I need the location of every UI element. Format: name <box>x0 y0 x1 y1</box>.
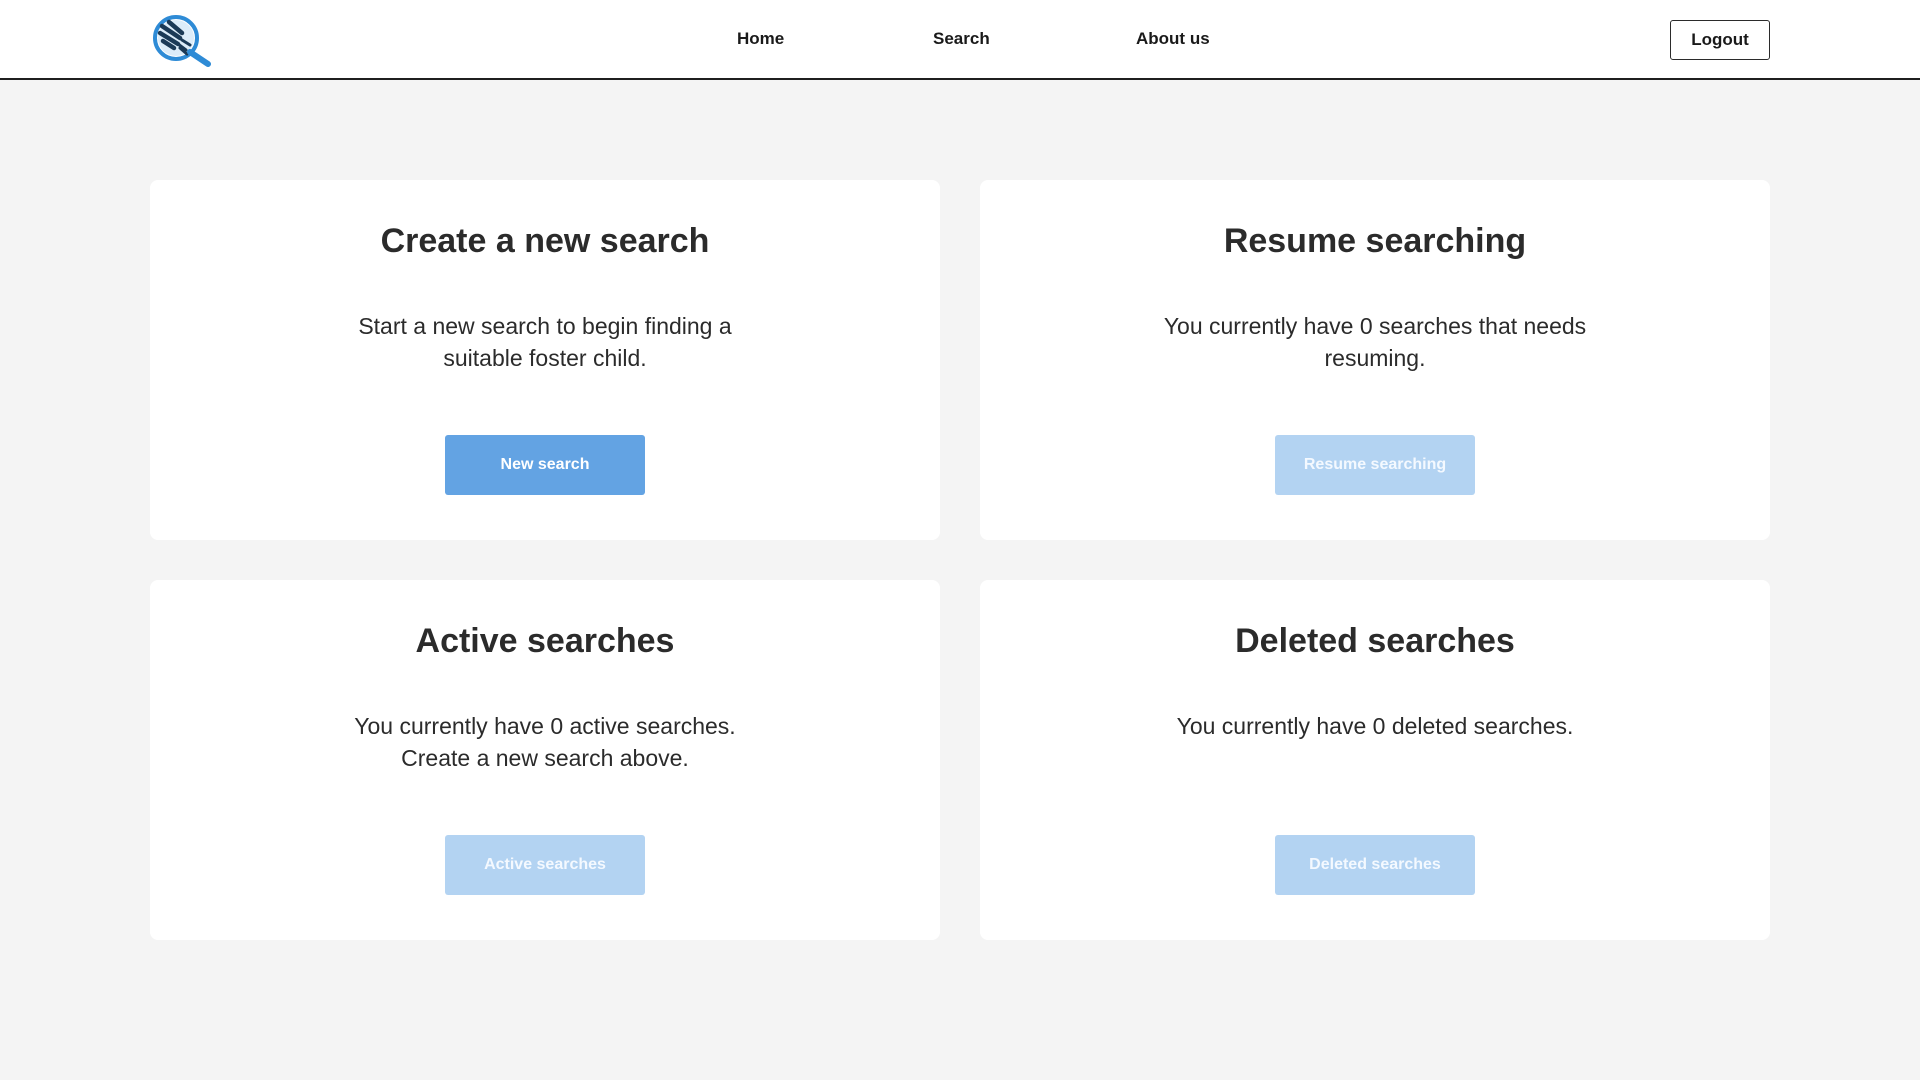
logout-button[interactable]: Logout <box>1670 20 1770 60</box>
active-searches-card: Active searches You currently have 0 act… <box>150 580 940 940</box>
card-description: You currently have 0 deleted searches. <box>1176 713 1574 739</box>
deleted-searches-card: Deleted searches You currently have 0 de… <box>980 580 1770 940</box>
card-title: Active searches <box>415 622 675 660</box>
new-search-button[interactable]: New search <box>445 435 645 495</box>
top-navigation-bar: Home Search About us Logout <box>0 0 1920 80</box>
card-title: Resume searching <box>1223 222 1527 260</box>
resume-searching-button[interactable]: Resume searching <box>1275 435 1475 495</box>
card-description: You currently have 0 searches that needs… <box>1163 313 1587 371</box>
card-title: Deleted searches <box>1235 622 1515 660</box>
card-title: Create a new search <box>380 222 710 260</box>
create-new-search-card: Create a new search Start a new search t… <box>150 180 940 540</box>
card-description: Start a new search to begin finding a su… <box>358 313 732 371</box>
card-description: You currently have 0 active searches. Cr… <box>354 713 736 771</box>
nav-link-search[interactable]: Search <box>933 29 990 49</box>
resume-searching-card: Resume searching You currently have 0 se… <box>980 180 1770 540</box>
nav-link-home[interactable]: Home <box>737 29 784 49</box>
nav-link-about-us[interactable]: About us <box>1136 29 1210 49</box>
deleted-searches-button[interactable]: Deleted searches <box>1275 835 1475 895</box>
main-nav: Home Search About us <box>0 0 1920 80</box>
active-searches-button[interactable]: Active searches <box>445 835 645 895</box>
